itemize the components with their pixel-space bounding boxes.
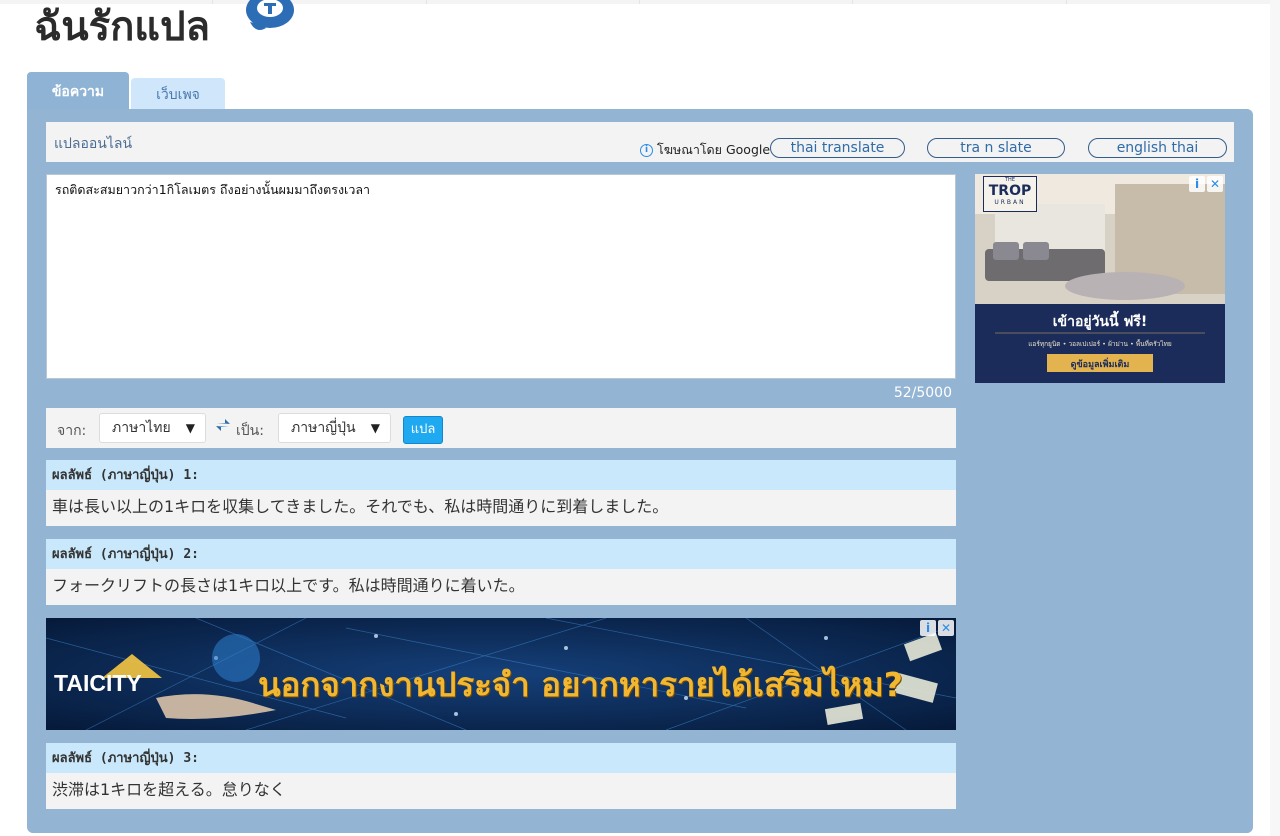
result-block-2: ผลลัพธ์ (ภาษาญี่ปุ่น) 2: フォークリフトの長さは1キロ以…: [46, 539, 956, 605]
ad-close-icon[interactable]: ✕: [938, 620, 954, 636]
result-text[interactable]: 車は長い以上の1キロを収集してきました。それでも、私は時間通りに到着しました。: [46, 490, 956, 526]
side-ad-brand-sub: URBAN: [994, 199, 1026, 206]
ad-info-icon[interactable]: i: [1189, 176, 1205, 192]
keyword-link-thai-translate[interactable]: thai translate: [770, 138, 905, 158]
side-ad-headline: เข้าอยู่วันนี้ ฟรี!: [1052, 314, 1148, 330]
result-heading: ผลลัพธ์ (ภาษาญี่ปุ่น) 2:: [46, 539, 956, 569]
side-ad-brand: TROP: [988, 183, 1032, 199]
from-label: จาก:: [57, 423, 87, 439]
to-language-select[interactable]: ภาษาญี่ปุ่น ▼: [278, 413, 391, 443]
char-count: 52/5000: [893, 385, 952, 401]
translate-button[interactable]: แปล: [403, 416, 443, 444]
ad-info-icon[interactable]: i: [920, 620, 936, 636]
banner-ad-choices[interactable]: i ✕: [920, 620, 954, 636]
online-translate-label: แปลออนไลน์: [54, 136, 133, 152]
tab-text[interactable]: ข้อความ: [27, 72, 129, 112]
source-textarea[interactable]: รถติดสะสมยาวกว่า1กิโลเมตร ถึงอย่างนั้นผม…: [46, 174, 956, 379]
to-language-value: ภาษาญี่ปุ่น: [291, 420, 356, 436]
side-ad-features: แอร์ทุกยูนิต • วอลเปเปอร์ • ผ้าม่าน • พื…: [1028, 340, 1172, 348]
ads-by-google[interactable]: i โฆษณาโดย Google: [640, 140, 770, 160]
side-ad-cta[interactable]: ดูข้อมูลเพิ่มเติม: [1047, 357, 1153, 371]
result-block-1: ผลลัพธ์ (ภาษาญี่ปุ่น) 1: 車は長い以上の1キロを収集して…: [46, 460, 956, 526]
translate-logo-icon: [246, 0, 294, 30]
result-text[interactable]: フォークリフトの長さは1キロ以上です。私は時間通りに着いた。: [46, 569, 956, 605]
side-ad[interactable]: THE TROP URBAN เข้าอยู่วันนี้ ฟรี! แอร์ท…: [975, 174, 1225, 383]
side-ad-choices[interactable]: i ✕: [1189, 176, 1223, 192]
result-text[interactable]: 渋滞は1キロを超える。怠りなく: [46, 773, 956, 809]
site-title[interactable]: ฉันรักแปล: [34, 0, 210, 58]
tab-webpage[interactable]: เว็บเพจ: [131, 78, 225, 110]
language-controls: จาก: ภาษาไทย ▼ เป็น: ภาษาญี่ปุ่น ▼ แปล: [46, 408, 956, 448]
ad-close-icon[interactable]: ✕: [1207, 176, 1223, 192]
from-language-select[interactable]: ภาษาไทย ▼: [99, 413, 206, 443]
result-heading: ผลลัพธ์ (ภาษาญี่ปุ่น) 1:: [46, 460, 956, 490]
ad-info-icon[interactable]: i: [640, 143, 653, 157]
to-label: เป็น:: [236, 423, 264, 439]
banner-ad[interactable]: TAICITY นอกจากงานประจำ อยากหารายได้เสริม…: [46, 618, 956, 730]
from-language-value: ภาษาไทย: [112, 420, 171, 436]
swap-languages-icon[interactable]: [215, 417, 231, 433]
ads-by-label: โฆษณาโดย Google: [657, 142, 771, 157]
keyword-link-translate[interactable]: tra n slate: [927, 138, 1065, 158]
result-block-3: ผลลัพธ์ (ภาษาญี่ปุ่น) 3: 渋滞は1キロを超える。怠りなく: [46, 743, 956, 809]
banner-ad-headline: นอกจากงานประจำ อยากหารายได้เสริมไหม?: [258, 665, 903, 704]
chevron-down-icon: ▼: [370, 421, 380, 435]
result-heading: ผลลัพธ์ (ภาษาญี่ปุ่น) 3:: [46, 743, 956, 773]
chevron-down-icon: ▼: [185, 421, 195, 435]
banner-ad-brand: TAICITY: [54, 670, 142, 696]
online-translate-bar: แปลออนไลน์ i โฆษณาโดย Google thai transl…: [46, 122, 1234, 162]
page-scrollbar[interactable]: [1270, 0, 1280, 836]
side-ad-logo: THE TROP URBAN: [983, 176, 1037, 212]
keyword-link-english-thai[interactable]: english thai: [1088, 138, 1227, 158]
